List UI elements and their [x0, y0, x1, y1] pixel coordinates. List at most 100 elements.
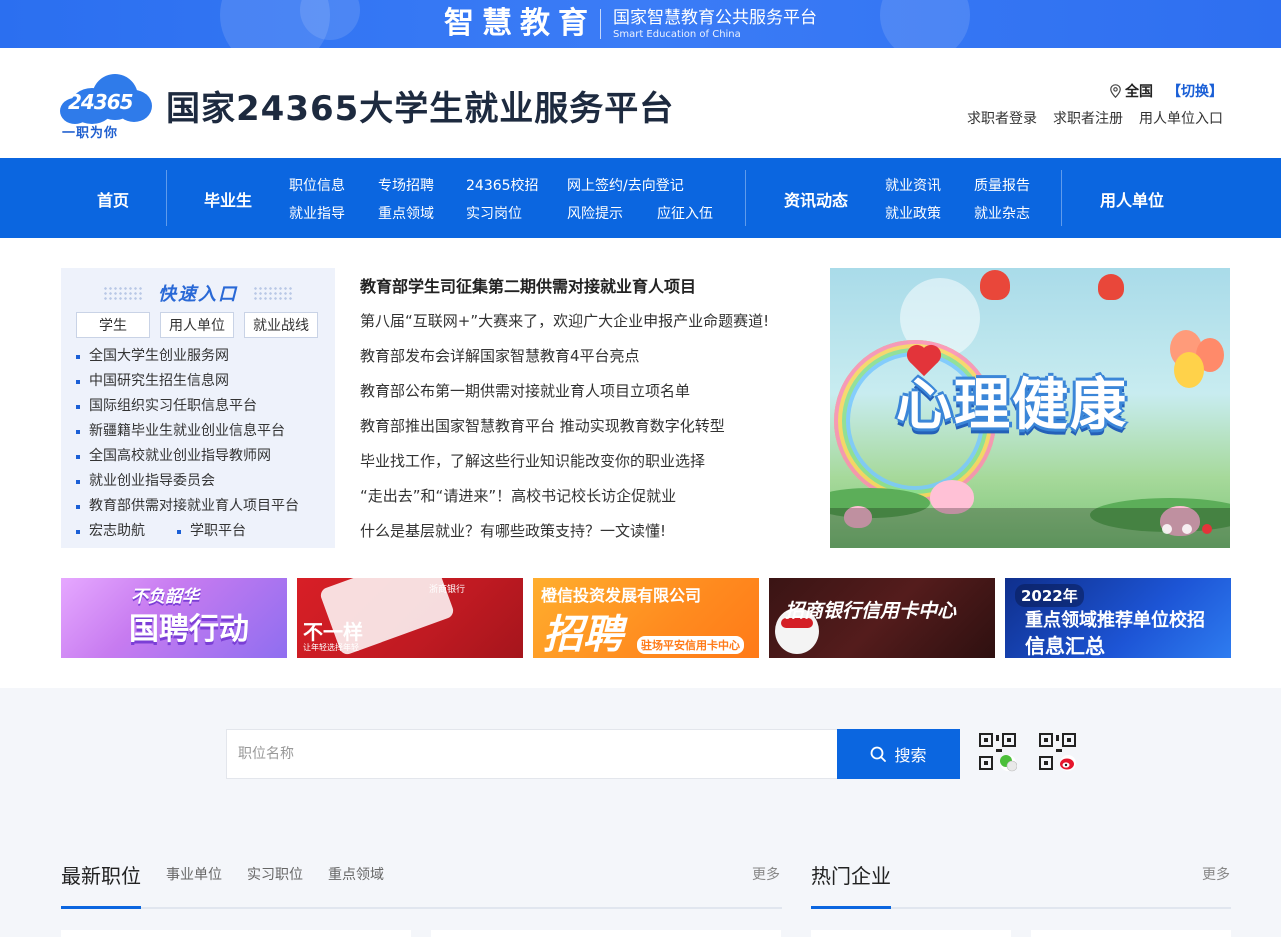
quick-link[interactable]: 教育部供需对接就业育人项目平台 [76, 494, 299, 519]
job-card[interactable] [61, 930, 411, 937]
nav-home[interactable]: 首页 [97, 187, 129, 211]
jobs-divider [61, 907, 782, 909]
quick-link[interactable]: 就业创业指导委员会 [76, 469, 299, 494]
tab-employment-front[interactable]: 就业战线 [244, 312, 318, 338]
site-logo[interactable]: 24365 一职为你 [60, 74, 152, 141]
nav-separator [166, 170, 167, 226]
search-button[interactable]: 搜索 [837, 729, 960, 779]
lantern-illustration [1098, 274, 1124, 300]
banner-guopin[interactable]: 不负韶华 国聘行动 [61, 578, 287, 658]
jobs-more-link[interactable]: 更多 [752, 864, 780, 884]
wechat-qr-icon[interactable] [979, 733, 1017, 773]
nav-risk-alerts[interactable]: 风险提示 [567, 203, 623, 223]
nav-career-guidance[interactable]: 就业指导 [289, 203, 345, 223]
nav-special-recruit[interactable]: 专场招聘 [378, 175, 434, 195]
nav-separator [745, 170, 746, 226]
banner-text: 招聘 [543, 612, 623, 658]
quick-entry-panel: 快速入口 学生 用人单位 就业战线 全国大学生创业服务网 中国研究生招生信息网 … [61, 268, 335, 548]
news-headline[interactable]: 教育部学生司征集第二期供需对接就业育人项目 [360, 270, 810, 304]
smart-education-brand[interactable]: 智慧教育 国家智慧教育公共服务平台 Smart Education of Chi… [444, 6, 817, 42]
banner-text: 驻场平安信用卡中心 [637, 636, 744, 654]
main-nav: 首页 毕业生 职位信息 专场招聘 24365校招 网上签约/去向登记 就业指导 … [0, 158, 1281, 238]
nav-graduate[interactable]: 毕业生 [204, 187, 252, 211]
banner-key-areas[interactable]: 2022年 重点领域推荐单位校招 信息汇总 [1005, 578, 1231, 658]
news-list: 教育部学生司征集第二期供需对接就业育人项目 第八届“互联网+”大赛来了，欢迎广大… [360, 270, 810, 549]
region-name: 全国 [1125, 84, 1153, 100]
search-section [0, 688, 1281, 937]
job-card[interactable] [431, 930, 781, 937]
banner-czbank[interactable]: 浙商银行 不一样 让年轻选择年轻 [297, 578, 523, 658]
tab-internship-jobs[interactable]: 实习职位 [247, 864, 303, 884]
job-search-input[interactable]: 职位名称 [226, 729, 838, 779]
balloon-illustration [1174, 352, 1204, 388]
carousel-dot[interactable] [1162, 524, 1172, 534]
nav-quality-report[interactable]: 质量报告 [974, 175, 1030, 195]
banner-chengxin[interactable]: 橙信投资发展有限公司 招聘 驻场平安信用卡中心 [533, 578, 759, 658]
job-seeker-register-link[interactable]: 求职者注册 [1053, 108, 1123, 128]
news-item[interactable]: 教育部发布会详解国家智慧教育4平台亮点 [360, 339, 810, 374]
nav-campus-recruit[interactable]: 24365校招 [466, 175, 539, 195]
site-header: 24365 一职为你 国家24365大学生就业服务平台 全国 【切换】 求职者登… [0, 48, 1281, 158]
carousel-dot-active[interactable] [1202, 524, 1212, 534]
banner-text: 信息汇总 [1025, 634, 1105, 658]
banner-text: 2022年 [1015, 584, 1084, 607]
companies-active-underline [811, 906, 891, 909]
latest-jobs-title[interactable]: 最新职位 [61, 860, 141, 889]
banner-cmb[interactable]: 招商银行信用卡中心 [769, 578, 995, 658]
tab-public-institutions[interactable]: 事业单位 [166, 864, 222, 884]
region-selector: 全国 【切换】 [1110, 81, 1223, 101]
decorative-dots [253, 286, 293, 300]
news-item[interactable]: 教育部推出国家智慧教育平台 推动实现教育数字化转型 [360, 409, 810, 444]
quick-entry-links: 全国大学生创业服务网 中国研究生招生信息网 国际组织实习任职信息平台 新疆籍毕业… [76, 344, 299, 519]
brand-divider [600, 9, 601, 39]
quick-link[interactable]: 全国高校就业创业指导教师网 [76, 444, 299, 469]
nav-employment-policy[interactable]: 就业政策 [885, 203, 941, 223]
hero-carousel[interactable]: 心理健康 [830, 268, 1230, 548]
quick-link[interactable]: 中国研究生招生信息网 [76, 369, 299, 394]
quick-link[interactable]: 全国大学生创业服务网 [76, 344, 299, 369]
employer-entry-link[interactable]: 用人单位入口 [1139, 108, 1223, 128]
company-card[interactable] [1031, 930, 1231, 937]
companies-more-link[interactable]: 更多 [1202, 864, 1230, 884]
brand-subtitle: 国家智慧教育公共服务平台 Smart Education of China [613, 7, 817, 41]
quick-link[interactable]: 新疆籍毕业生就业创业信息平台 [76, 419, 299, 444]
news-item[interactable]: 毕业找工作，了解这些行业知识能改变你的职业选择 [360, 444, 810, 479]
nav-online-signing[interactable]: 网上签约/去向登记 [567, 175, 684, 195]
quick-link[interactable]: 国际组织实习任职信息平台 [76, 394, 299, 419]
quick-link[interactable]: 宏志助航 [76, 519, 145, 544]
region-switch-link[interactable]: 【切换】 [1167, 81, 1223, 101]
search-button-label: 搜索 [894, 746, 927, 765]
carousel-title: 心理健康 [896, 373, 1128, 438]
quick-entry-last-row: 宏志助航 学职平台 [76, 519, 278, 544]
logo-slogan: 一职为你 [62, 126, 119, 141]
nav-key-areas[interactable]: 重点领域 [378, 203, 434, 223]
carousel-dot[interactable] [1182, 524, 1192, 534]
nav-news[interactable]: 资讯动态 [784, 187, 848, 211]
news-item[interactable]: 第八届“互联网+”大赛来了，欢迎广大企业申报产业命题赛道! [360, 304, 810, 339]
nav-employer[interactable]: 用人单位 [1100, 187, 1164, 211]
tab-key-area-jobs[interactable]: 重点领域 [328, 864, 384, 884]
nav-employment-news[interactable]: 就业资讯 [885, 175, 941, 195]
user-links: 求职者登录 求职者注册 用人单位入口 [951, 108, 1223, 128]
nav-job-info[interactable]: 职位信息 [289, 175, 345, 195]
news-item[interactable]: 教育部公布第一期供需对接就业育人项目立项名单 [360, 374, 810, 409]
tab-employer[interactable]: 用人单位 [160, 312, 234, 338]
company-card[interactable] [811, 930, 1011, 937]
nav-internships[interactable]: 实习岗位 [466, 203, 522, 223]
job-seeker-login-link[interactable]: 求职者登录 [967, 108, 1037, 128]
site-title: 国家24365大学生就业服务平台 [166, 89, 675, 129]
lantern-illustration [980, 270, 1010, 300]
tab-student[interactable]: 学生 [76, 312, 150, 338]
news-item[interactable]: “走出去”和“请进来”！高校书记校长访企促就业 [360, 479, 810, 514]
news-item[interactable]: 什么是基层就业？有哪些政策支持？一文读懂! [360, 514, 810, 549]
brand-title: 智慧教育 [444, 6, 596, 41]
nav-enlistment[interactable]: 应征入伍 [657, 203, 713, 223]
nav-employment-magazine[interactable]: 就业杂志 [974, 203, 1030, 223]
hot-companies-title[interactable]: 热门企业 [811, 860, 891, 889]
banner-text: 重点领域推荐单位校招 [1025, 610, 1205, 631]
banner-text: 让年轻选择年轻 [303, 643, 359, 652]
weibo-qr-icon[interactable] [1039, 733, 1077, 773]
brand-subtitle-cn: 国家智慧教育公共服务平台 [613, 8, 817, 28]
banner-text: 招商银行信用卡中心 [785, 600, 957, 622]
quick-link[interactable]: 学职平台 [177, 519, 246, 544]
